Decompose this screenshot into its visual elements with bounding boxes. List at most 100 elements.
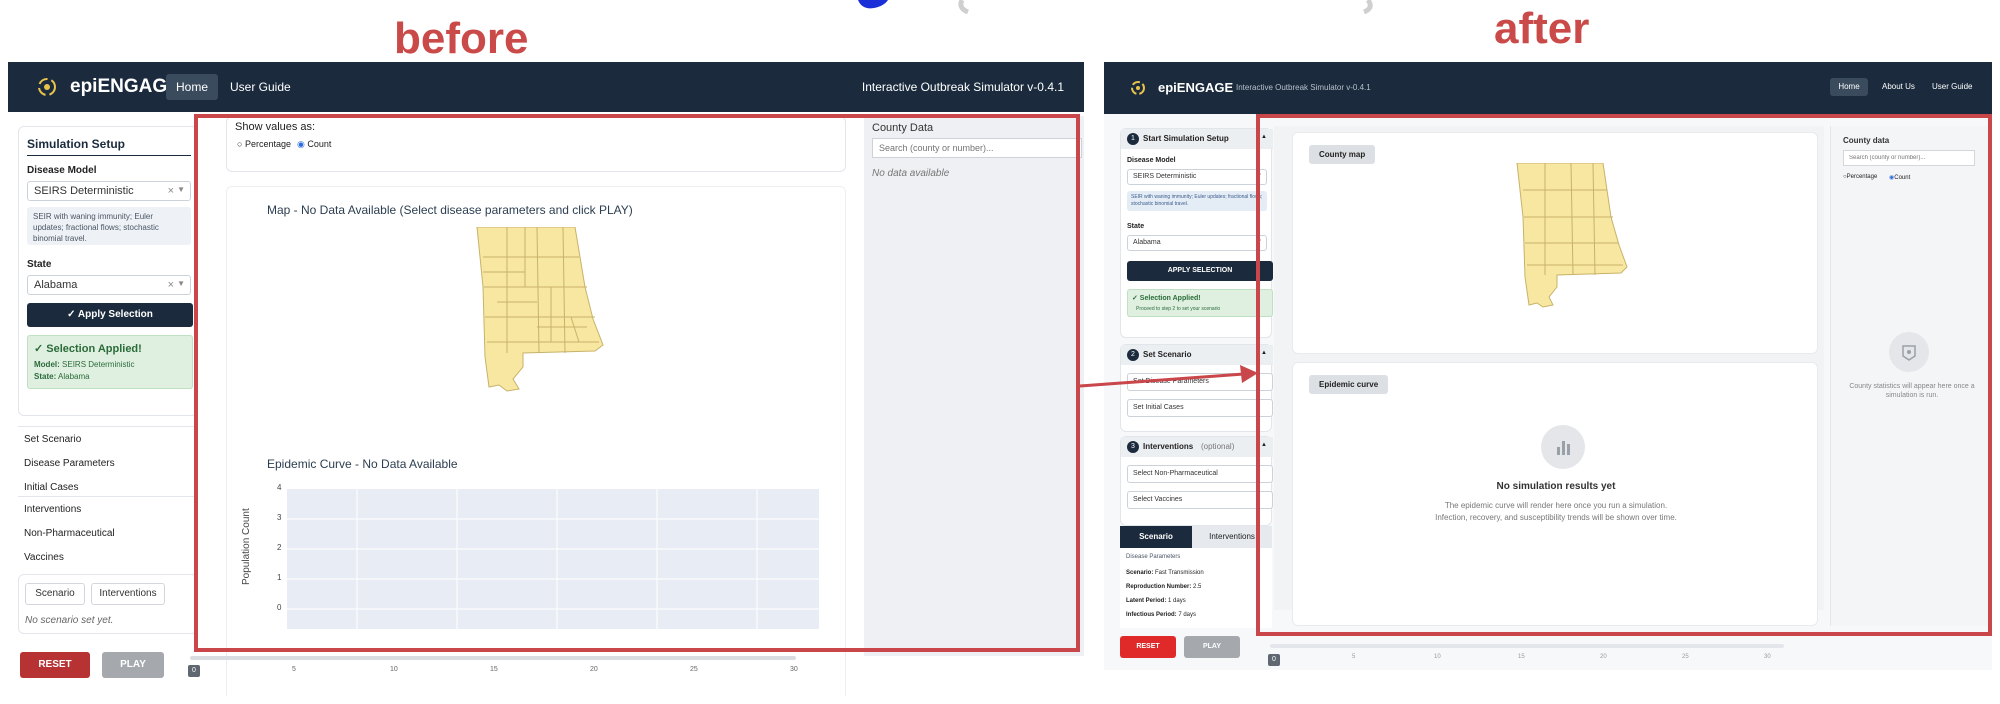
slider-tick: 30 — [1764, 654, 1771, 660]
applied-model-val: SEIRS Deterministic — [62, 360, 135, 369]
after-navbar: epiENGAGE Interactive Outbreak Simulator… — [1104, 62, 1992, 114]
model-note: SEIR with waning immunity; Euler updates… — [27, 207, 191, 245]
sidebar-item-non-pharmaceutical[interactable]: Non-Pharmaceutical — [24, 528, 115, 539]
step3-panel: 3 Interventions (optional) ▲ Select Non-… — [1120, 436, 1273, 526]
time-slider-handle[interactable]: 0 — [1268, 654, 1280, 666]
applied-state-key: State: — [34, 372, 57, 381]
play-button[interactable]: PLAY — [102, 652, 164, 678]
nav-home[interactable]: Home — [1830, 78, 1868, 96]
after-caption: after — [1494, 4, 1590, 53]
sidebar-item-set-scenario[interactable]: Set Scenario — [24, 434, 81, 445]
logo-icon — [38, 78, 56, 96]
sidebar-item-interventions[interactable]: Interventions — [24, 504, 81, 515]
summary-panel: Scenario Interventions No scenario set y… — [18, 574, 198, 634]
disease-model-value: SEIRS Deterministic — [34, 185, 134, 197]
state-select[interactable]: Alabama × ▼ — [27, 275, 191, 295]
state-value: Alabama — [1133, 239, 1161, 246]
applied-title: ✓ Selection Applied! — [1132, 295, 1201, 302]
infectious-key: Infectious Period: — [1126, 612, 1177, 618]
before-after-arrow — [1079, 365, 1258, 388]
reset-button[interactable]: RESET — [1120, 636, 1176, 658]
step3-header[interactable]: 3 Interventions (optional) ▲ — [1121, 437, 1273, 457]
model-note: SEIR with waning immunity; Euler updates… — [1127, 191, 1267, 211]
slider-tick: 5 — [1352, 654, 1356, 660]
apply-selection-button[interactable]: ✓ Apply Selection — [27, 303, 193, 327]
applied-subtitle: Proceed to step 2 to set your scenario — [1136, 306, 1221, 312]
time-slider-track[interactable] — [190, 656, 796, 660]
selection-applied-box: ✓ Selection Applied! Model: SEIRS Determ… — [27, 335, 193, 389]
logo-icon — [1131, 81, 1145, 95]
nav-home[interactable]: Home — [166, 74, 218, 100]
title-underline — [27, 155, 191, 156]
infectious-val: 7 days — [1178, 612, 1197, 618]
sidebar-item-vaccines[interactable]: Vaccines — [24, 552, 64, 563]
cropped-heading-glyphs — [858, 0, 1373, 15]
clear-icon[interactable]: × — [168, 185, 174, 197]
disease-model-label: Disease Model — [1127, 157, 1176, 164]
slider-tick: 20 — [590, 666, 598, 673]
applied-state-row: State: Alabama — [34, 372, 90, 381]
sidebar-item-initial-cases[interactable]: Initial Cases — [24, 482, 78, 493]
divider — [18, 426, 198, 427]
step1-header[interactable]: 1 Start Simulation Setup ▲ — [1121, 129, 1273, 149]
selection-applied-box: ✓ Selection Applied! Proceed to step 2 t… — [1127, 289, 1273, 317]
step1-title: Start Simulation Setup — [1143, 134, 1229, 143]
disease-model-select[interactable]: SEIRS Deterministic ▼ — [1127, 169, 1267, 185]
before-caption: before — [394, 14, 529, 63]
disease-model-value: SEIRS Deterministic — [1133, 173, 1197, 180]
slider-tick: 25 — [1682, 654, 1689, 660]
tab-scenario[interactable]: Scenario — [1120, 526, 1192, 548]
chevron-down-icon[interactable]: ▼ — [177, 279, 185, 288]
after-highlight-frame — [1256, 114, 1992, 636]
step2-title: Set Scenario — [1143, 350, 1192, 359]
latent-val: 1 days — [1168, 598, 1186, 604]
brand-name: epiENGAGE — [1158, 80, 1234, 95]
slider-tick: 15 — [1518, 654, 1525, 660]
dp-heading: Disease Parameters — [1126, 554, 1181, 560]
scenario-key: Scenario: — [1126, 570, 1154, 576]
latent-row: Latent Period: 1 days — [1126, 598, 1186, 604]
slider-tick: 15 — [490, 666, 498, 673]
select-non-pharmaceutical-button[interactable]: Select Non-Pharmaceutical — [1127, 465, 1273, 483]
brand-subtitle: Interactive Outbreak Simulator v-0.4.1 — [1236, 83, 1371, 92]
select-vaccines-button[interactable]: Select Vaccines — [1127, 491, 1273, 509]
disease-model-label: Disease Model — [27, 165, 97, 176]
nav-user-guide[interactable]: User Guide — [230, 74, 291, 100]
state-value: Alabama — [34, 279, 78, 291]
nav-about[interactable]: About Us — [1882, 78, 1915, 96]
slider-tick: 20 — [1600, 654, 1607, 660]
time-slider-track[interactable] — [1270, 644, 1784, 648]
tab-interventions[interactable]: Interventions — [91, 583, 165, 605]
sidebar-item-disease-parameters[interactable]: Disease Parameters — [24, 458, 115, 469]
panel-title: Simulation Setup — [27, 137, 126, 151]
reset-button[interactable]: RESET — [20, 652, 90, 678]
play-button[interactable]: PLAY — [1184, 636, 1240, 658]
apply-selection-button[interactable]: APPLY SELECTION — [1127, 261, 1273, 281]
step1-panel: 1 Start Simulation Setup ▲ Disease Model… — [1120, 128, 1273, 338]
cropped-heading-band — [0, 0, 2000, 15]
no-scenario-text: No scenario set yet. — [25, 615, 114, 626]
applied-state-val: Alabama — [58, 372, 90, 381]
step3-optional: (optional) — [1201, 442, 1235, 451]
before-highlight-frame — [194, 114, 1080, 652]
chevron-down-icon[interactable]: ▼ — [177, 185, 185, 194]
time-slider-handle[interactable]: 0 — [188, 665, 200, 677]
disease-model-select[interactable]: SEIRS Deterministic × ▼ — [27, 181, 191, 201]
slider-tick: 25 — [690, 666, 698, 673]
step-number-icon: 1 — [1127, 133, 1139, 145]
state-select[interactable]: Alabama ▼ — [1127, 235, 1267, 251]
scenario-summary: Disease Parameters Scenario: Fast Transm… — [1120, 548, 1272, 628]
r-key: Reproduction Number: — [1126, 584, 1192, 590]
scenario-row: Scenario: Fast Transmission — [1126, 570, 1204, 576]
scenario-val: Fast Transmission — [1155, 570, 1204, 576]
divider — [18, 496, 198, 497]
r-row: Reproduction Number: 2.5 — [1126, 584, 1201, 590]
slider-tick: 10 — [390, 666, 398, 673]
applied-model-row: Model: SEIRS Deterministic — [34, 360, 134, 369]
applied-model-key: Model: — [34, 360, 60, 369]
clear-icon[interactable]: × — [168, 279, 174, 291]
tab-scenario[interactable]: Scenario — [25, 583, 85, 605]
state-label: State — [1127, 223, 1145, 230]
latent-key: Latent Period: — [1126, 598, 1167, 604]
nav-user-guide[interactable]: User Guide — [1932, 78, 1972, 96]
